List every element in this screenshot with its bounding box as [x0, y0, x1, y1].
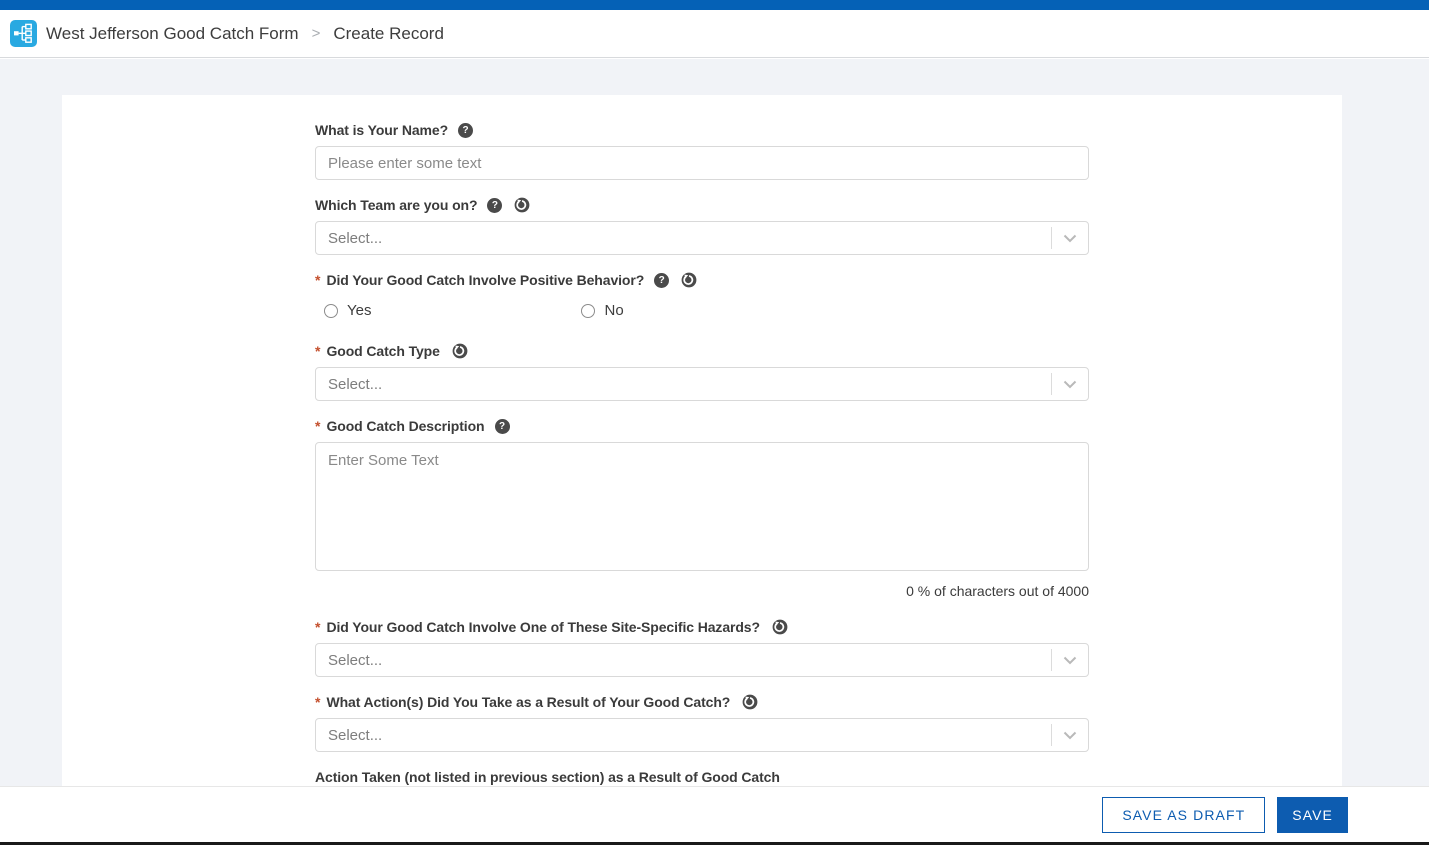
required-marker: *: [315, 272, 320, 288]
form-card: What is Your Name? ? Which Team are you …: [62, 95, 1342, 845]
team-select-value: Select...: [316, 230, 1051, 247]
field-good-catch-type-label: Good Catch Type: [326, 343, 439, 359]
required-marker: *: [315, 343, 320, 359]
radio-option-no[interactable]: No: [581, 302, 623, 319]
name-input[interactable]: [315, 146, 1089, 180]
save-button[interactable]: SAVE: [1277, 797, 1348, 833]
radio-option-yes[interactable]: Yes: [324, 302, 371, 319]
breadcrumb-root-link[interactable]: West Jefferson Good Catch Form: [46, 24, 299, 44]
help-icon[interactable]: ?: [654, 273, 669, 288]
radio-no-circle[interactable]: [581, 304, 595, 318]
refresh-icon[interactable]: [772, 619, 788, 635]
chevron-down-icon[interactable]: [1052, 380, 1088, 389]
hazards-select-value: Select...: [316, 652, 1051, 669]
help-icon[interactable]: ?: [487, 198, 502, 213]
field-team-label: Which Team are you on?: [315, 197, 477, 213]
required-marker: *: [315, 694, 320, 710]
save-as-draft-button[interactable]: SAVE AS DRAFT: [1102, 797, 1265, 833]
page: West Jefferson Good Catch Form > Create …: [0, 0, 1429, 845]
field-actions-label: What Action(s) Did You Take as a Result …: [326, 694, 730, 710]
actions-select-value: Select...: [316, 727, 1051, 744]
refresh-icon[interactable]: [514, 197, 530, 213]
app-header: West Jefferson Good Catch Form > Create …: [0, 10, 1429, 58]
refresh-icon[interactable]: [742, 694, 758, 710]
field-actions: * What Action(s) Did You Take as a Resul…: [315, 694, 1089, 752]
field-team: Which Team are you on? ? Select...: [315, 197, 1089, 255]
radio-yes-circle[interactable]: [324, 304, 338, 318]
app-flow-icon[interactable]: [10, 20, 37, 47]
required-marker: *: [315, 418, 320, 434]
radio-yes-label: Yes: [347, 302, 371, 319]
field-hazards: * Did Your Good Catch Involve One of The…: [315, 619, 1089, 677]
refresh-icon[interactable]: [681, 272, 697, 288]
breadcrumb: West Jefferson Good Catch Form > Create …: [46, 24, 444, 44]
hazards-select[interactable]: Select...: [315, 643, 1089, 677]
chevron-down-icon[interactable]: [1052, 234, 1088, 243]
good-catch-type-select[interactable]: Select...: [315, 367, 1089, 401]
good-catch-type-select-value: Select...: [316, 376, 1051, 393]
team-select[interactable]: Select...: [315, 221, 1089, 255]
field-name-label: What is Your Name?: [315, 122, 448, 138]
breadcrumb-separator: >: [312, 25, 321, 42]
character-counter: 0 % of characters out of 4000: [315, 583, 1089, 599]
chevron-down-icon[interactable]: [1052, 656, 1088, 665]
field-good-catch-type: * Good Catch Type Select...: [315, 343, 1089, 401]
field-positive-behavior: * Did Your Good Catch Involve Positive B…: [315, 272, 1089, 319]
main-area: What is Your Name? ? Which Team are you …: [0, 59, 1429, 845]
required-marker: *: [315, 619, 320, 635]
field-positive-behavior-label: Did Your Good Catch Involve Positive Beh…: [326, 272, 644, 288]
field-action-taken-label: Action Taken (not listed in previous sec…: [315, 769, 780, 785]
help-icon[interactable]: ?: [495, 419, 510, 434]
breadcrumb-current: Create Record: [333, 24, 444, 44]
field-description: * Good Catch Description ? 0 % of charac…: [315, 418, 1089, 599]
help-icon[interactable]: ?: [458, 123, 473, 138]
radio-no-label: No: [604, 302, 623, 319]
refresh-icon[interactable]: [452, 343, 468, 359]
footer-action-bar: SAVE AS DRAFT SAVE: [0, 786, 1429, 845]
top-accent-bar: [0, 0, 1429, 10]
chevron-down-icon[interactable]: [1052, 731, 1088, 740]
description-textarea[interactable]: [315, 442, 1089, 571]
field-description-label: Good Catch Description: [326, 418, 484, 434]
field-name: What is Your Name? ?: [315, 122, 1089, 180]
actions-select[interactable]: Select...: [315, 718, 1089, 752]
field-hazards-label: Did Your Good Catch Involve One of These…: [326, 619, 760, 635]
